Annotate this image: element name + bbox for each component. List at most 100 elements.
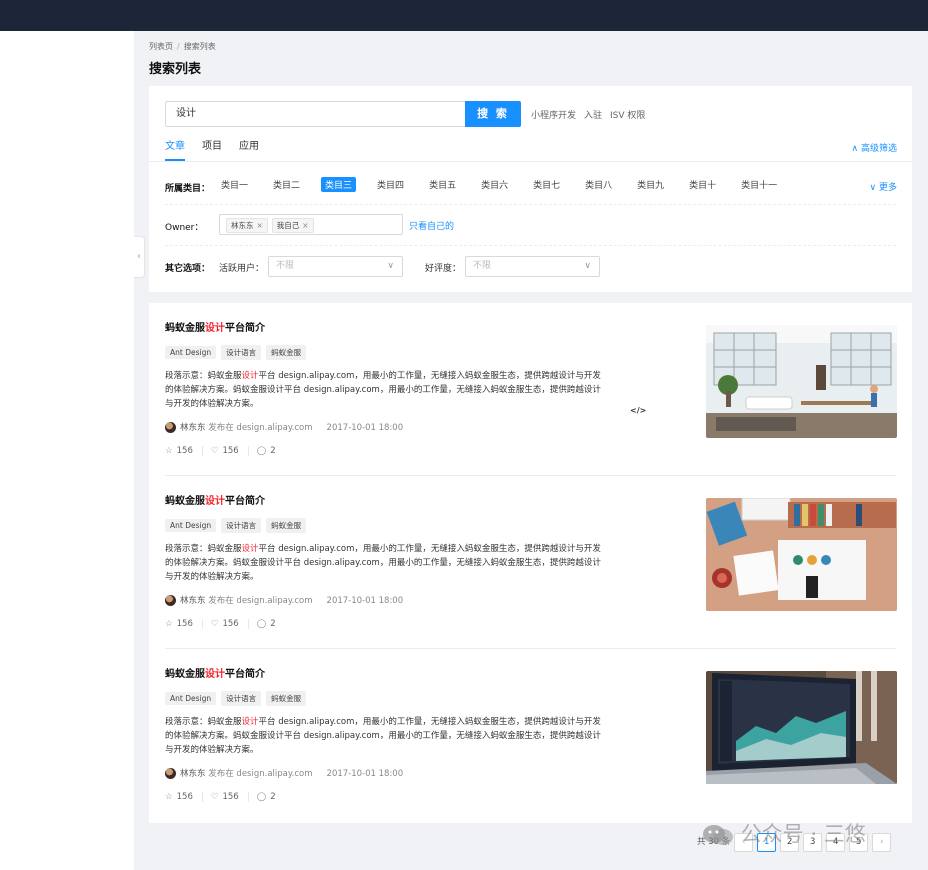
category-tag[interactable]: 类目九 bbox=[633, 177, 668, 192]
wechat-icon bbox=[703, 825, 733, 845]
publish-date: 2017-10-01 18:00 bbox=[326, 769, 404, 779]
published-at: 发布在 design.alipay.com bbox=[208, 769, 313, 779]
owner-select[interactable]: 林东东 × 我自己 × bbox=[219, 214, 403, 235]
article-title[interactable]: 蚂蚁金服设计平台简介 bbox=[165, 665, 265, 680]
comment-action[interactable]: ◯ 2 bbox=[257, 792, 285, 802]
list-item: 蚂蚁金服设计平台简介 Ant Design 设计语言 蚂蚁金服 段落示意：蚂蚁金服设… bbox=[149, 303, 912, 476]
article-actions: ☆ 156 ♡ 156 ◯ 2 bbox=[165, 792, 293, 802]
category-tag[interactable]: 类目十 bbox=[685, 177, 720, 192]
article-description: 段落示意：蚂蚁金服设计平台 design.alipay.com，用最小的工作量，… bbox=[165, 369, 605, 411]
like-icon: ♡ bbox=[210, 619, 219, 629]
chevron-right-icon[interactable]: › bbox=[872, 833, 892, 852]
category-tag[interactable]: 类目五 bbox=[425, 177, 460, 192]
published-at: 发布在 design.alipay.com bbox=[208, 596, 313, 606]
star-count: 156 bbox=[176, 619, 193, 629]
category-tag[interactable]: 类目六 bbox=[477, 177, 512, 192]
chevron-down-icon: ∨ bbox=[387, 261, 394, 271]
category-tag[interactable]: 类目一 bbox=[217, 177, 252, 192]
tag: Ant Design bbox=[165, 692, 217, 705]
owner-tag-label: 我自己 bbox=[276, 221, 300, 230]
collapse-sidebar-icon[interactable]: ‹ bbox=[134, 236, 145, 278]
tag-list: Ant Design 设计语言 蚂蚁金服 bbox=[165, 691, 311, 706]
row-divider bbox=[165, 204, 896, 205]
category-tag[interactable]: 类目七 bbox=[529, 177, 564, 192]
desc-highlight: 设计 bbox=[241, 717, 259, 727]
search-button[interactable]: 搜 索 bbox=[465, 101, 521, 127]
tag: 蚂蚁金服 bbox=[266, 345, 307, 360]
publish-date: 2017-10-01 18:00 bbox=[326, 596, 404, 606]
breadcrumb-item-list[interactable]: 列表页 bbox=[149, 42, 173, 51]
chevron-down-icon: ∨ bbox=[869, 183, 877, 193]
tag: 蚂蚁金服 bbox=[266, 691, 307, 706]
desc-text: 段落示意：蚂蚁金服 bbox=[165, 371, 242, 381]
list-item: 蚂蚁金服设计平台简介 Ant Design 设计语言 蚂蚁金服 段落示意：蚂蚁金服设… bbox=[149, 649, 912, 822]
category-tag[interactable]: 类目二 bbox=[269, 177, 304, 192]
comment-count: 2 bbox=[270, 446, 276, 456]
tag: 设计语言 bbox=[221, 518, 262, 533]
author-name[interactable]: 林东东 bbox=[180, 596, 206, 606]
star-icon: ☆ bbox=[165, 619, 173, 629]
comment-action[interactable]: ◯ 2 bbox=[257, 446, 285, 456]
code-icon[interactable]: </> bbox=[630, 406, 646, 415]
title-text: 蚂蚁金服 bbox=[165, 496, 205, 507]
category-tag-selected[interactable]: 类目三 bbox=[321, 177, 357, 192]
quick-link[interactable]: 入驻 bbox=[584, 111, 602, 121]
close-icon[interactable]: × bbox=[257, 221, 263, 230]
owner-tag: 林东东 × bbox=[226, 218, 268, 233]
title-text: 蚂蚁金服 bbox=[165, 669, 205, 680]
search-input[interactable]: 设计 bbox=[165, 101, 466, 127]
tag: 设计语言 bbox=[221, 345, 262, 360]
article-meta: 林东东 发布在 design.alipay.com 2017-10-01 18:0… bbox=[165, 594, 403, 606]
tag: Ant Design bbox=[165, 346, 217, 359]
article-cover-image[interactable] bbox=[706, 325, 897, 438]
author-name[interactable]: 林东东 bbox=[180, 423, 206, 433]
like-count: 156 bbox=[222, 619, 239, 629]
star-count: 156 bbox=[176, 792, 193, 802]
author-name[interactable]: 林东东 bbox=[180, 769, 206, 779]
rating-select[interactable]: 不限 ∨ bbox=[465, 256, 600, 277]
article-title[interactable]: 蚂蚁金服设计平台简介 bbox=[165, 319, 265, 334]
active-user-select[interactable]: 不限 ∨ bbox=[268, 256, 403, 277]
category-tag[interactable]: 类目十一 bbox=[737, 177, 781, 192]
like-count: 156 bbox=[222, 446, 239, 456]
like-action[interactable]: ♡ 156 bbox=[211, 792, 249, 802]
tag-list: Ant Design 设计语言 蚂蚁金服 bbox=[165, 518, 311, 533]
owner-tag-label: 林东东 bbox=[231, 221, 254, 230]
tag: 设计语言 bbox=[221, 691, 262, 706]
avatar bbox=[165, 595, 176, 606]
like-action[interactable]: ♡ 156 bbox=[211, 619, 249, 629]
star-action[interactable]: ☆ 156 bbox=[165, 792, 203, 802]
only-mine-link[interactable]: 只看自己的 bbox=[409, 219, 454, 232]
category-tag[interactable]: 类目四 bbox=[373, 177, 408, 192]
tabs-divider bbox=[149, 161, 912, 162]
close-icon[interactable]: × bbox=[302, 221, 308, 230]
quick-links: 小程序开发 入驻 ISV 权限 bbox=[531, 108, 653, 121]
more-categories-toggle[interactable]: ∨ 更多 bbox=[870, 180, 897, 193]
like-action[interactable]: ♡ 156 bbox=[211, 446, 249, 456]
title-highlight: 设计 bbox=[205, 669, 225, 680]
advanced-filter-toggle[interactable]: ∧ 高级筛选 bbox=[852, 141, 897, 154]
desc-text: 段落示意：蚂蚁金服 bbox=[165, 717, 242, 727]
like-count: 156 bbox=[222, 792, 239, 802]
tab-apps[interactable]: 应用 bbox=[239, 140, 259, 161]
quick-link[interactable]: 小程序开发 bbox=[531, 111, 576, 121]
article-cover-image[interactable] bbox=[706, 498, 897, 611]
category-tag[interactable]: 类目八 bbox=[581, 177, 616, 192]
quick-link[interactable]: ISV 权限 bbox=[610, 111, 645, 121]
title-text: 平台简介 bbox=[225, 669, 265, 680]
star-icon: ☆ bbox=[165, 792, 173, 802]
watermark: 公众号 · 三悠 bbox=[702, 818, 866, 848]
tab-projects[interactable]: 项目 bbox=[202, 140, 222, 161]
star-action[interactable]: ☆ 156 bbox=[165, 619, 203, 629]
rating-label: 好评度： bbox=[425, 264, 462, 274]
comment-action[interactable]: ◯ 2 bbox=[257, 619, 285, 629]
star-action[interactable]: ☆ 156 bbox=[165, 446, 203, 456]
tab-articles[interactable]: 文章 bbox=[165, 140, 185, 161]
star-count: 156 bbox=[176, 446, 193, 456]
article-title[interactable]: 蚂蚁金服设计平台简介 bbox=[165, 492, 265, 507]
comment-icon: ◯ bbox=[256, 619, 267, 629]
page-title: 搜索列表 bbox=[149, 62, 202, 77]
published-at: 发布在 design.alipay.com bbox=[208, 423, 313, 433]
article-cover-image[interactable] bbox=[706, 671, 897, 784]
tabs: 文章 项目 应用 bbox=[165, 140, 276, 161]
